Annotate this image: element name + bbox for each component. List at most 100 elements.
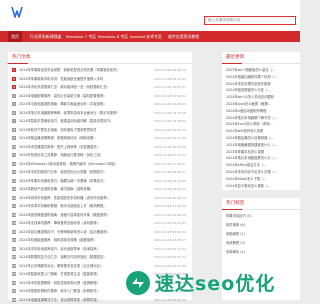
- article-link[interactable]: 2024年软件下载安全指南：如何避免下载到恶意软件: [19, 126, 139, 135]
- rank-number: 9: [12, 136, 16, 140]
- list-item[interactable]: 安卓刷机 (4): [226, 248, 300, 257]
- watermark-text: 速达seo优化: [155, 272, 275, 296]
- rank-number: 20: [12, 230, 16, 234]
- list-item[interactable]: 12024年苹果新品发布会前瞻：新款机型亮点抢先看（苹果新品发布）2024-10…: [12, 66, 192, 75]
- article-link[interactable]: 2024年手机投屏教程：轻松连接电视大屏（投屏教程）: [19, 279, 139, 288]
- list-item[interactable]: 122024年Windows11新功能体验：值得升级吗（Windows11体验）…: [12, 160, 192, 169]
- article-link[interactable]: 2024年路由器设置教程：家庭网络优化（网络设置）: [19, 134, 139, 143]
- hot-articles-title: 热门文章: [12, 55, 30, 61]
- list-item[interactable]: 22024年苹果新款手机评测：性能续航全面提升值得入手吗 2024-10-08 0…: [12, 75, 192, 84]
- nav-item-home[interactable]: 首页: [8, 31, 22, 42]
- rank-number: 15: [12, 187, 16, 191]
- site-logo-icon[interactable]: [10, 5, 24, 19]
- rank-number: 16: [12, 196, 16, 200]
- tag-link[interactable]: 电脑维修 (2): [226, 230, 298, 239]
- article-link[interactable]: 2024年智能手表使用技巧：健康监测功能详解（智能手表技巧）: [19, 117, 139, 126]
- list-item[interactable]: 202024年显示器选购技巧：分辨率刷新率怎么选（显示器选购） 2024-10-0…: [12, 228, 192, 237]
- list-item[interactable]: 172024年安卓手机刷机教程：新手也能轻松上手（刷机教程） 2024-10-08…: [12, 202, 192, 211]
- list-item[interactable]: 系统教程 (3): [226, 239, 300, 248]
- list-item[interactable]: 72024年智能手表使用技巧：健康监测功能详解（智能手表技巧）2024-10-0…: [12, 117, 192, 126]
- article-link[interactable]: 2024年安卓手机刷机教程：新手也能轻松上手（刷机教程）: [19, 202, 139, 211]
- article-date: 2024-10-08 16:25:06: [154, 143, 186, 152]
- rank-number: 5: [12, 102, 16, 106]
- list-item[interactable]: 62024年笔记本电脑推荐榜单：轻薄本游戏本全面对比（笔记本推荐）2024-10…: [12, 109, 192, 118]
- article-link[interactable]: 2024年笔记本电脑推荐榜单：轻薄本游戏本全面对比（笔记本推荐）: [19, 109, 139, 118]
- hot-tags-title: 热门标签: [226, 201, 244, 207]
- search-input[interactable]: 输入关键词搜索内容: [204, 16, 296, 25]
- article-link[interactable]: 2024年云存储服务对比：哪家更安全实惠（云存储对比）: [19, 262, 139, 271]
- article-link[interactable]: 2024年手机电池保养技巧：延长续航寿命（电池保养）: [19, 245, 139, 254]
- list-item[interactable]: 192024年无线耳机推荐：降噪音质全面评测（耳机推荐）2024-10-08 2…: [12, 219, 192, 228]
- article-link[interactable]: 2024年视频剪辑软件推荐：新手入门首选（剪辑软件）: [19, 287, 139, 296]
- list-item[interactable]: 92024年路由器设置教程：家庭网络优化（网络设置）2024-10-08 15:…: [12, 134, 192, 143]
- nav-item-software-tutorials[interactable]: 软件应用资讯教程: [168, 31, 199, 42]
- divider: [222, 209, 300, 210]
- list-item[interactable]: 82024年软件下载安全指南：如何避免下载到恶意软件2024-10-08 15:…: [12, 126, 192, 135]
- nav-item-windows7[interactable]: Windows 7 专区: [66, 31, 96, 42]
- article-link[interactable]: 2024年显示器选购技巧：分辨率刷新率怎么选（显示器选购）: [19, 228, 139, 237]
- nav-item-industry-news[interactable]: 行业资讯新闻频道: [30, 31, 61, 42]
- rank-number: 17: [12, 204, 16, 208]
- list-item[interactable]: 152024年数码产品选购攻略：避坑指南（选购攻略）2024-10-08 19:…: [12, 185, 192, 194]
- article-link[interactable]: 2024年苹果新品发布会前瞻：新款机型亮点抢先看（苹果新品发布）: [19, 66, 139, 75]
- article-link[interactable]: 2024年数据恢复方法汇总：误删文件如何找回（数据恢复）: [19, 253, 139, 262]
- recent-updates-title: 最近更新: [226, 55, 244, 61]
- list-item[interactable]: 212024年机械键盘推荐：轴体选择全攻略（键盘推荐）2024-10-08 23…: [12, 236, 192, 245]
- rank-number: 14: [12, 179, 16, 183]
- list-item[interactable]: 222024年手机电池保养技巧：延长续航寿命（电池保养）2024-10-09 0…: [12, 245, 192, 254]
- article-link[interactable]: 2024年无线耳机推荐：降噪音质全面评测（耳机推荐）: [19, 219, 139, 228]
- list-item[interactable]: 2024年显卡驱动怎么更新（...: [226, 182, 300, 191]
- list-item[interactable]: 苹果手机技巧 (5): [226, 212, 300, 221]
- article-link[interactable]: 2024年苹果新款手机评测：性能续航全面提升值得入手吗: [19, 75, 139, 84]
- article-date: 2024-10-08 23:00:40: [154, 228, 186, 237]
- article-link[interactable]: 2024年苹果手机使用技巧：隐藏功能一次看懂（苹果技巧）: [19, 177, 139, 186]
- article-link[interactable]: 2024年平板电脑选购指南：哪款平板最适合你（平板选购）: [19, 100, 139, 109]
- list-item[interactable]: 162024年游戏手机推荐：性能强劲的手游利器（游戏手机推荐）2024-10-0…: [12, 194, 192, 203]
- article-link[interactable]: 2024年系统优化工具推荐：电脑运行更流畅（优化工具）: [19, 151, 139, 160]
- article-date: 2024-10-08 23:38:17: [154, 236, 186, 245]
- rank-number: 2: [12, 77, 16, 81]
- article-link[interactable]: 2024年数码产品选购攻略：避坑指南（选购攻略）: [19, 185, 139, 194]
- tag-link[interactable]: 安卓刷机 (4): [226, 248, 298, 257]
- article-date: 2024-10-08 10:05:37: [154, 83, 186, 92]
- rank-number: 18: [12, 213, 16, 217]
- list-item[interactable]: 102024年浏览器插件推荐：提升上网效率（浏览器插件） 2024-10-08 1…: [12, 143, 192, 152]
- list-item[interactable]: 42024年电脑配置推荐：高性价比装机方案（装机配置推荐）2024-10-08 …: [12, 92, 192, 101]
- article-link[interactable]: 2024年电脑配置推荐：高性价比装机方案（装机配置推荐）: [19, 92, 139, 101]
- article-link[interactable]: 2024年手机拍照技巧分享：轻松拍出大片效果（拍照技巧）: [19, 168, 139, 177]
- article-link[interactable]: 2024年Windows11新功能体验：值得升级吗（Windows11体验）: [19, 160, 139, 169]
- article-link[interactable]: 2024年机械键盘推荐：轴体选择全攻略（键盘推荐）: [19, 236, 139, 245]
- article-date: 2024-10-08 09:12:44: [154, 75, 186, 84]
- main-nav: 首页 行业资讯新闻频道 Windows 7 专区 Windows 8 专区 An…: [0, 31, 300, 42]
- tag-link[interactable]: 苹果手机技巧 (5): [226, 212, 298, 221]
- list-item[interactable]: 32024年手机系统更新汇总：新功能体验一览（系统更新汇总）2024-10-08…: [12, 83, 192, 92]
- list-item[interactable]: 112024年系统优化工具推荐：电脑运行更流畅（优化工具）2024-10-08 …: [12, 151, 192, 160]
- watermark: 速达seo优化: [125, 268, 300, 300]
- article-date: 2024-10-09 00:15:54: [154, 245, 186, 254]
- tag-link[interactable]: 软件推荐 (6): [226, 221, 298, 230]
- recent-update-link[interactable]: 2024年显卡驱动怎么更新（...: [226, 182, 298, 191]
- list-item[interactable]: 142024年苹果手机使用技巧：隐藏功能一次看懂（苹果技巧）2024-10-08…: [12, 177, 192, 186]
- list-item[interactable]: 232024年数据恢复方法汇总：误删文件如何找回（数据恢复）2024-10-09…: [12, 253, 192, 262]
- article-link[interactable]: 2024年智能家居入门指南：打造智慧生活（智能家居）: [19, 270, 139, 279]
- divider: [222, 63, 300, 64]
- list-item[interactable]: 软件推荐 (6): [226, 221, 300, 230]
- rank-number: 24: [12, 264, 16, 268]
- nav-item-android[interactable]: Android 安卓专区: [130, 31, 162, 42]
- article-link[interactable]: 2024年手机系统更新汇总：新功能体验一览（系统更新汇总）: [19, 83, 139, 92]
- hot-articles-panel: 热门文章 12024年苹果新品发布会前瞻：新款机型亮点抢先看（苹果新品发布）20…: [8, 52, 192, 300]
- rank-number: 10: [12, 145, 16, 149]
- rank-number: 27: [12, 289, 16, 293]
- article-link[interactable]: 2024年游戏手机推荐：性能强劲的手游利器（游戏手机推荐）: [19, 194, 139, 203]
- tag-link[interactable]: 系统教程 (3): [226, 239, 298, 248]
- rank-number: 1: [12, 68, 16, 72]
- article-link[interactable]: 2024年固态硬盘选购指南：速度与容量如何平衡（硬盘选购）: [19, 211, 139, 220]
- list-item[interactable]: 52024年平板电脑选购指南：哪款平板最适合你（平板选购）2024-10-08 …: [12, 100, 192, 109]
- list-item[interactable]: 182024年固态硬盘选购指南：速度与容量如何平衡（硬盘选购）2024-10-0…: [12, 211, 192, 220]
- article-date: 2024-10-08 21:07:49: [154, 202, 186, 211]
- list-item[interactable]: 132024年手机拍照技巧分享：轻松拍出大片效果（拍照技巧）2024-10-08…: [12, 168, 192, 177]
- list-item[interactable]: 电脑维修 (2): [226, 230, 300, 239]
- nav-item-windows8[interactable]: Windows 8 专区: [98, 31, 128, 42]
- article-date: 2024-10-08 17:58:47: [154, 160, 186, 169]
- article-link[interactable]: 2024年浏览器插件推荐：提升上网效率（浏览器插件）: [19, 143, 139, 152]
